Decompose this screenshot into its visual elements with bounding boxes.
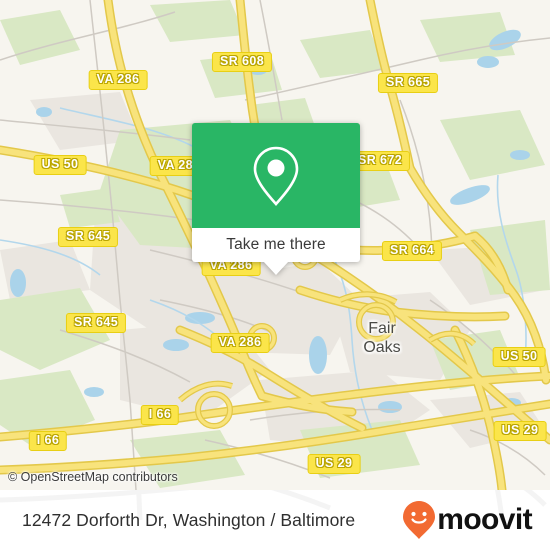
road-shield: US 50 xyxy=(492,347,546,367)
popup-pin-area xyxy=(192,123,360,228)
popup-tail-pointer xyxy=(263,261,289,275)
moovit-logo[interactable]: moovit xyxy=(402,500,533,540)
map-pin-icon xyxy=(253,146,299,206)
road-shield: I 66 xyxy=(28,431,68,451)
place-label: Fair Oaks xyxy=(363,320,401,356)
take-me-there-label: Take me there xyxy=(226,236,326,253)
moovit-wordmark: moovit xyxy=(437,503,532,536)
address-label: 12472 Dorforth Dr, Washington / Baltimor… xyxy=(22,509,356,530)
popup-action-area[interactable]: Take me there xyxy=(192,228,360,275)
road-shield: I 66 xyxy=(140,405,180,425)
road-shield: SR 645 xyxy=(65,313,127,333)
road-shield: VA 286 xyxy=(210,333,270,353)
location-popup-card[interactable]: Take me there xyxy=(192,123,360,275)
road-shield: US 50 xyxy=(33,155,87,175)
road-shield: US 29 xyxy=(493,421,547,441)
road-shield: SR 665 xyxy=(377,73,439,93)
road-shield: SR 645 xyxy=(57,227,119,247)
osm-attribution[interactable]: © OpenStreetMap contributors xyxy=(8,470,178,484)
road-shield: US 29 xyxy=(307,454,361,474)
moovit-pin-icon xyxy=(403,501,436,539)
road-shield: SR 608 xyxy=(211,52,273,72)
road-shield: SR 664 xyxy=(381,241,443,261)
bottom-info-bar: 12472 Dorforth Dr, Washington / Baltimor… xyxy=(0,490,550,550)
map-canvas[interactable]: VA 286 SR 608 SR 665 US 50 VA 286 SR 672 SR 64… xyxy=(0,0,550,490)
road-shield: VA 286 xyxy=(88,70,148,90)
